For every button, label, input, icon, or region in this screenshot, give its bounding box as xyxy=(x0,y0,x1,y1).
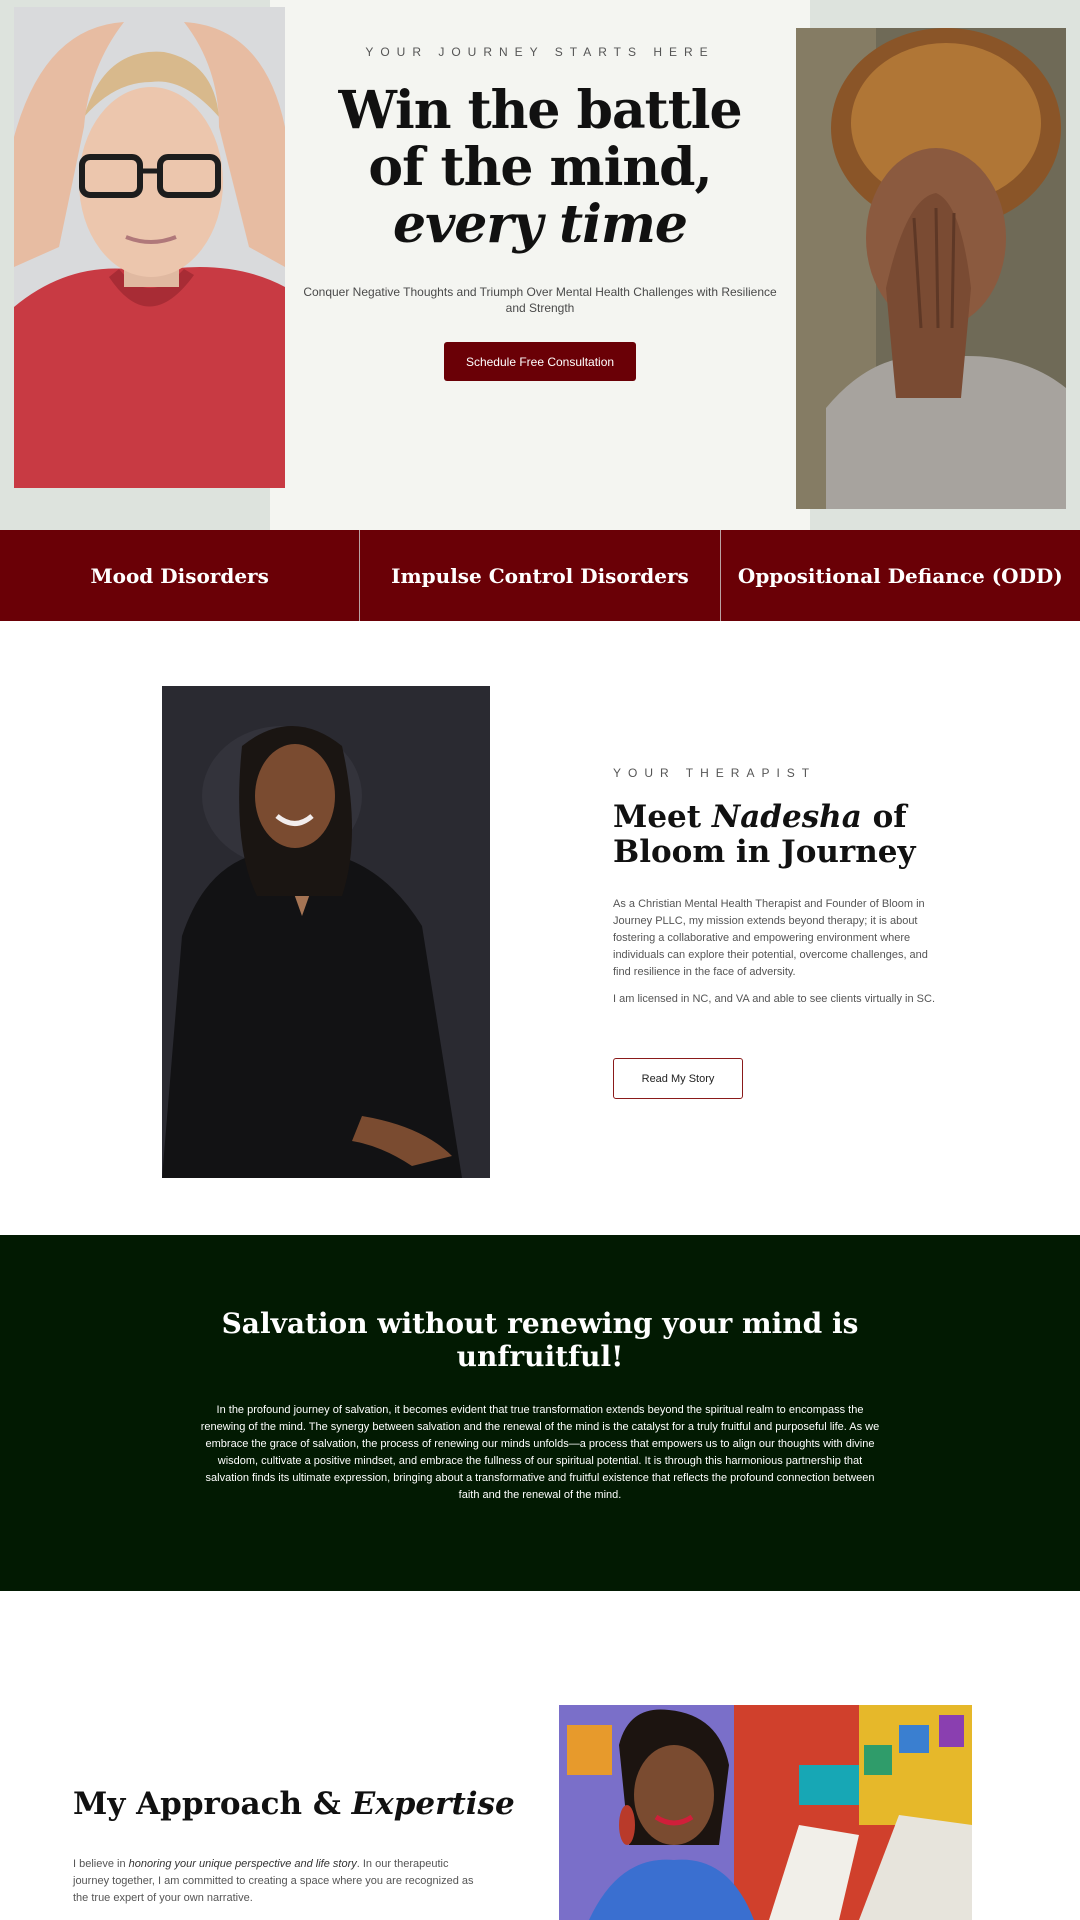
hero-title-line2: of the mind, xyxy=(368,137,712,198)
approach-body: I believe in honoring your unique perspe… xyxy=(73,1856,483,1907)
specialty-odd[interactable]: Oppositional Defiance (ODD) xyxy=(721,530,1080,621)
approach-body-pre: I believe in xyxy=(73,1858,129,1870)
therapist-title-name: Nadesha xyxy=(711,799,862,835)
hero-title: Win the battle of the mind, every time xyxy=(300,82,780,253)
specialty-mood-disorders[interactable]: Mood Disorders xyxy=(0,530,361,621)
salvation-body: In the profound journey of salvation, it… xyxy=(200,1404,880,1501)
hero-title-line3: every time xyxy=(393,194,688,255)
specialty-impulse-control[interactable]: Impulse Control Disorders xyxy=(360,530,721,621)
hero-subtitle: Conquer Negative Thoughts and Triumph Ov… xyxy=(303,285,777,315)
approach-title-italic: Expertise xyxy=(351,1786,515,1822)
therapist-title-pre: Meet xyxy=(613,799,712,835)
read-my-story-button[interactable]: Read My Story xyxy=(613,1058,743,1099)
approach-title: My Approach & Expertise xyxy=(73,1786,515,1822)
therapist-portrait xyxy=(162,686,490,1178)
therapist-eyebrow: YOUR THERAPIST xyxy=(613,766,817,780)
hero-title-line1: Win the battle xyxy=(338,80,742,141)
hero-eyebrow: YOUR JOURNEY STARTS HERE xyxy=(365,45,715,59)
salvation-title: Salvation without renewing your mind is … xyxy=(221,1307,859,1373)
approach-title-pre: My Approach & xyxy=(73,1786,352,1822)
therapist-title: Meet Nadesha of Bloom in Journey xyxy=(613,800,973,870)
therapist-paragraph-mission: As a Christian Mental Health Therapist a… xyxy=(613,898,928,978)
approach-body-emphasis: honoring your unique perspective and lif… xyxy=(128,1858,357,1870)
specialties-bar: Mood Disorders Impulse Control Disorders… xyxy=(0,530,1080,621)
therapist-paragraph-licensing: I am licensed in NC, and VA and able to … xyxy=(613,993,936,1005)
approach-photo-art-studio xyxy=(559,1705,972,1920)
hero-section: YOUR JOURNEY STARTS HERE Win the battle … xyxy=(0,0,1080,530)
salvation-section: Salvation without renewing your mind is … xyxy=(0,1235,1080,1591)
hero-photo-woman-hands-face xyxy=(796,28,1066,509)
hero-photo-man-stressed xyxy=(14,7,285,488)
schedule-consultation-button[interactable]: Schedule Free Consultation xyxy=(444,342,636,381)
